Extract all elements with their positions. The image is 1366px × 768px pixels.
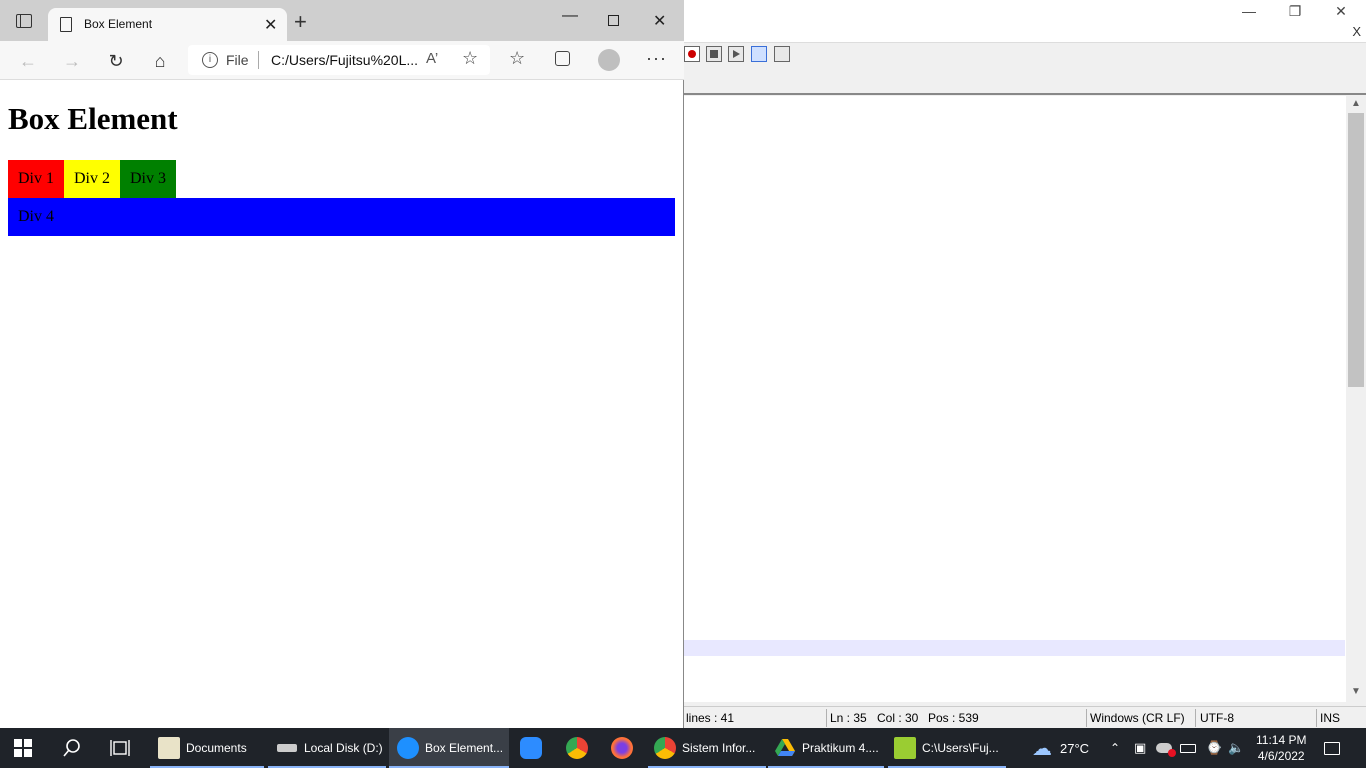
- scroll-up-icon[interactable]: ▲: [1346, 98, 1366, 114]
- battery-icon[interactable]: [1180, 728, 1196, 768]
- minimize-button[interactable]: —: [562, 7, 578, 25]
- new-tab-button[interactable]: +: [294, 11, 307, 33]
- chrome-icon: [654, 737, 676, 759]
- taskbar-item-documents[interactable]: Documents: [150, 728, 264, 768]
- taskbar-item-label: C:\Users\Fuj...: [922, 741, 999, 755]
- zoom-icon: [520, 737, 542, 759]
- tab-title: Box Element: [84, 17, 153, 31]
- taskbar-item-sistem-informasi[interactable]: Sistem Infor...: [648, 728, 766, 768]
- minimize-button[interactable]: —: [1226, 0, 1272, 22]
- read-aloud-icon[interactable]: A’: [426, 50, 438, 67]
- record-macro-icon[interactable]: [684, 46, 700, 62]
- maximize-button[interactable]: [608, 15, 619, 26]
- status-eol: Windows (CR LF): [1090, 711, 1185, 725]
- save-macro-icon[interactable]: [774, 46, 790, 62]
- task-view-icon: [110, 740, 130, 756]
- task-view-button[interactable]: [110, 728, 130, 768]
- taskbar-item-label: Praktikum 4....: [802, 741, 879, 755]
- close-button[interactable]: ✕: [1318, 0, 1364, 22]
- status-insert-mode: INS: [1320, 711, 1341, 725]
- restore-button[interactable]: ❐: [1272, 0, 1318, 22]
- weather-widget[interactable]: ☁ 27°C: [1032, 728, 1089, 768]
- taskbar-item-box-element[interactable]: Box Element...: [389, 728, 509, 768]
- meet-now-icon[interactable]: ▣: [1134, 728, 1146, 768]
- back-arrow-icon[interactable]: ←: [16, 50, 40, 72]
- status-line-number: Ln : 35: [830, 711, 867, 725]
- stop-macro-icon[interactable]: [706, 46, 722, 62]
- partly-cloudy-icon: ☁: [1032, 737, 1052, 760]
- chrome-icon: [566, 737, 588, 759]
- taskbar-item-notepadpp[interactable]: C:\Users\Fuj...: [888, 728, 1006, 768]
- favorites-icon[interactable]: ☆: [509, 48, 525, 69]
- close-button[interactable]: ✕: [653, 11, 666, 31]
- div-4-box: Div 4: [8, 198, 675, 236]
- start-button[interactable]: [14, 728, 32, 768]
- wifi-icon[interactable]: ⌚: [1206, 728, 1222, 768]
- home-icon[interactable]: ⌂: [148, 50, 172, 72]
- refresh-icon[interactable]: ↻: [104, 50, 128, 72]
- taskbar-item-praktikum[interactable]: Praktikum 4....: [768, 728, 884, 768]
- taskbar-item-local-disk[interactable]: Local Disk (D:): [268, 728, 386, 768]
- onedrive-error-icon[interactable]: [1156, 728, 1176, 768]
- more-options-icon[interactable]: ···: [646, 48, 667, 69]
- taskbar-item-label: Sistem Infor...: [682, 741, 756, 755]
- status-column: Col : 30: [877, 711, 919, 725]
- search-button[interactable]: [62, 728, 82, 768]
- div-3-box: Div 3: [120, 160, 176, 198]
- edge-browser-window: Box Element ✕ + — ✕ ← → ↻ ⌂ i File C:/Us…: [0, 0, 684, 728]
- taskbar-item-firefox[interactable]: [611, 728, 639, 768]
- taskbar-item-label: Box Element...: [425, 741, 504, 755]
- page-heading: Box Element: [8, 101, 178, 136]
- close-document-button[interactable]: X: [1352, 24, 1361, 39]
- current-line-highlight: [684, 640, 1345, 656]
- collections-icon[interactable]: [555, 51, 570, 66]
- page-icon: [60, 17, 72, 32]
- tab-actions-icon[interactable]: [16, 14, 32, 28]
- volume-icon[interactable]: 🔈: [1228, 728, 1244, 768]
- show-hidden-icons-button[interactable]: ⌃: [1110, 728, 1120, 768]
- firefox-icon: [611, 737, 633, 759]
- taskbar-item-zoom[interactable]: [520, 728, 548, 768]
- taskbar: Documents Local Disk (D:) Box Element...…: [0, 728, 1366, 768]
- profile-avatar[interactable]: [598, 49, 620, 71]
- clock-date: 4/6/2022: [1257, 749, 1305, 763]
- div-1-box: Div 1: [8, 160, 64, 198]
- run-macro-multiple-icon[interactable]: [751, 46, 767, 62]
- taskbar-item-chrome[interactable]: [566, 728, 594, 768]
- status-encoding: UTF-8: [1200, 711, 1234, 725]
- tab-box-element[interactable]: Box Element ✕: [48, 8, 287, 41]
- windows-logo-icon: [14, 739, 32, 757]
- add-favorite-icon[interactable]: ☆: [462, 48, 478, 69]
- div-2-box: Div 2: [64, 160, 120, 198]
- scroll-down-icon[interactable]: ▼: [1346, 686, 1366, 702]
- edge-icon: [397, 737, 419, 759]
- notepadpp-icon: [894, 737, 916, 759]
- tab-close-icon[interactable]: ✕: [264, 15, 277, 35]
- address-scheme: File: [226, 52, 249, 68]
- clock[interactable]: 11:14 PM 4/6/2022: [1256, 728, 1306, 768]
- taskbar-item-label: Documents: [186, 741, 247, 755]
- info-icon[interactable]: i: [202, 52, 218, 68]
- scrollbar-thumb[interactable]: [1348, 113, 1364, 387]
- play-macro-icon[interactable]: [728, 46, 744, 62]
- status-position: Pos : 539: [928, 711, 979, 725]
- action-center-icon[interactable]: [1324, 728, 1340, 768]
- weather-temperature: 27°C: [1060, 740, 1090, 756]
- clock-time: 11:14 PM: [1256, 733, 1307, 747]
- taskbar-item-label: Local Disk (D:): [304, 741, 383, 755]
- status-lines: lines : 41: [686, 711, 735, 725]
- address-url[interactable]: C:/Users/Fujitsu%20L...: [271, 52, 418, 68]
- google-drive-icon: [774, 737, 796, 759]
- search-icon: [63, 739, 80, 757]
- file-explorer-icon: [158, 737, 180, 759]
- drive-icon: [276, 737, 298, 759]
- forward-arrow-icon[interactable]: →: [60, 50, 84, 72]
